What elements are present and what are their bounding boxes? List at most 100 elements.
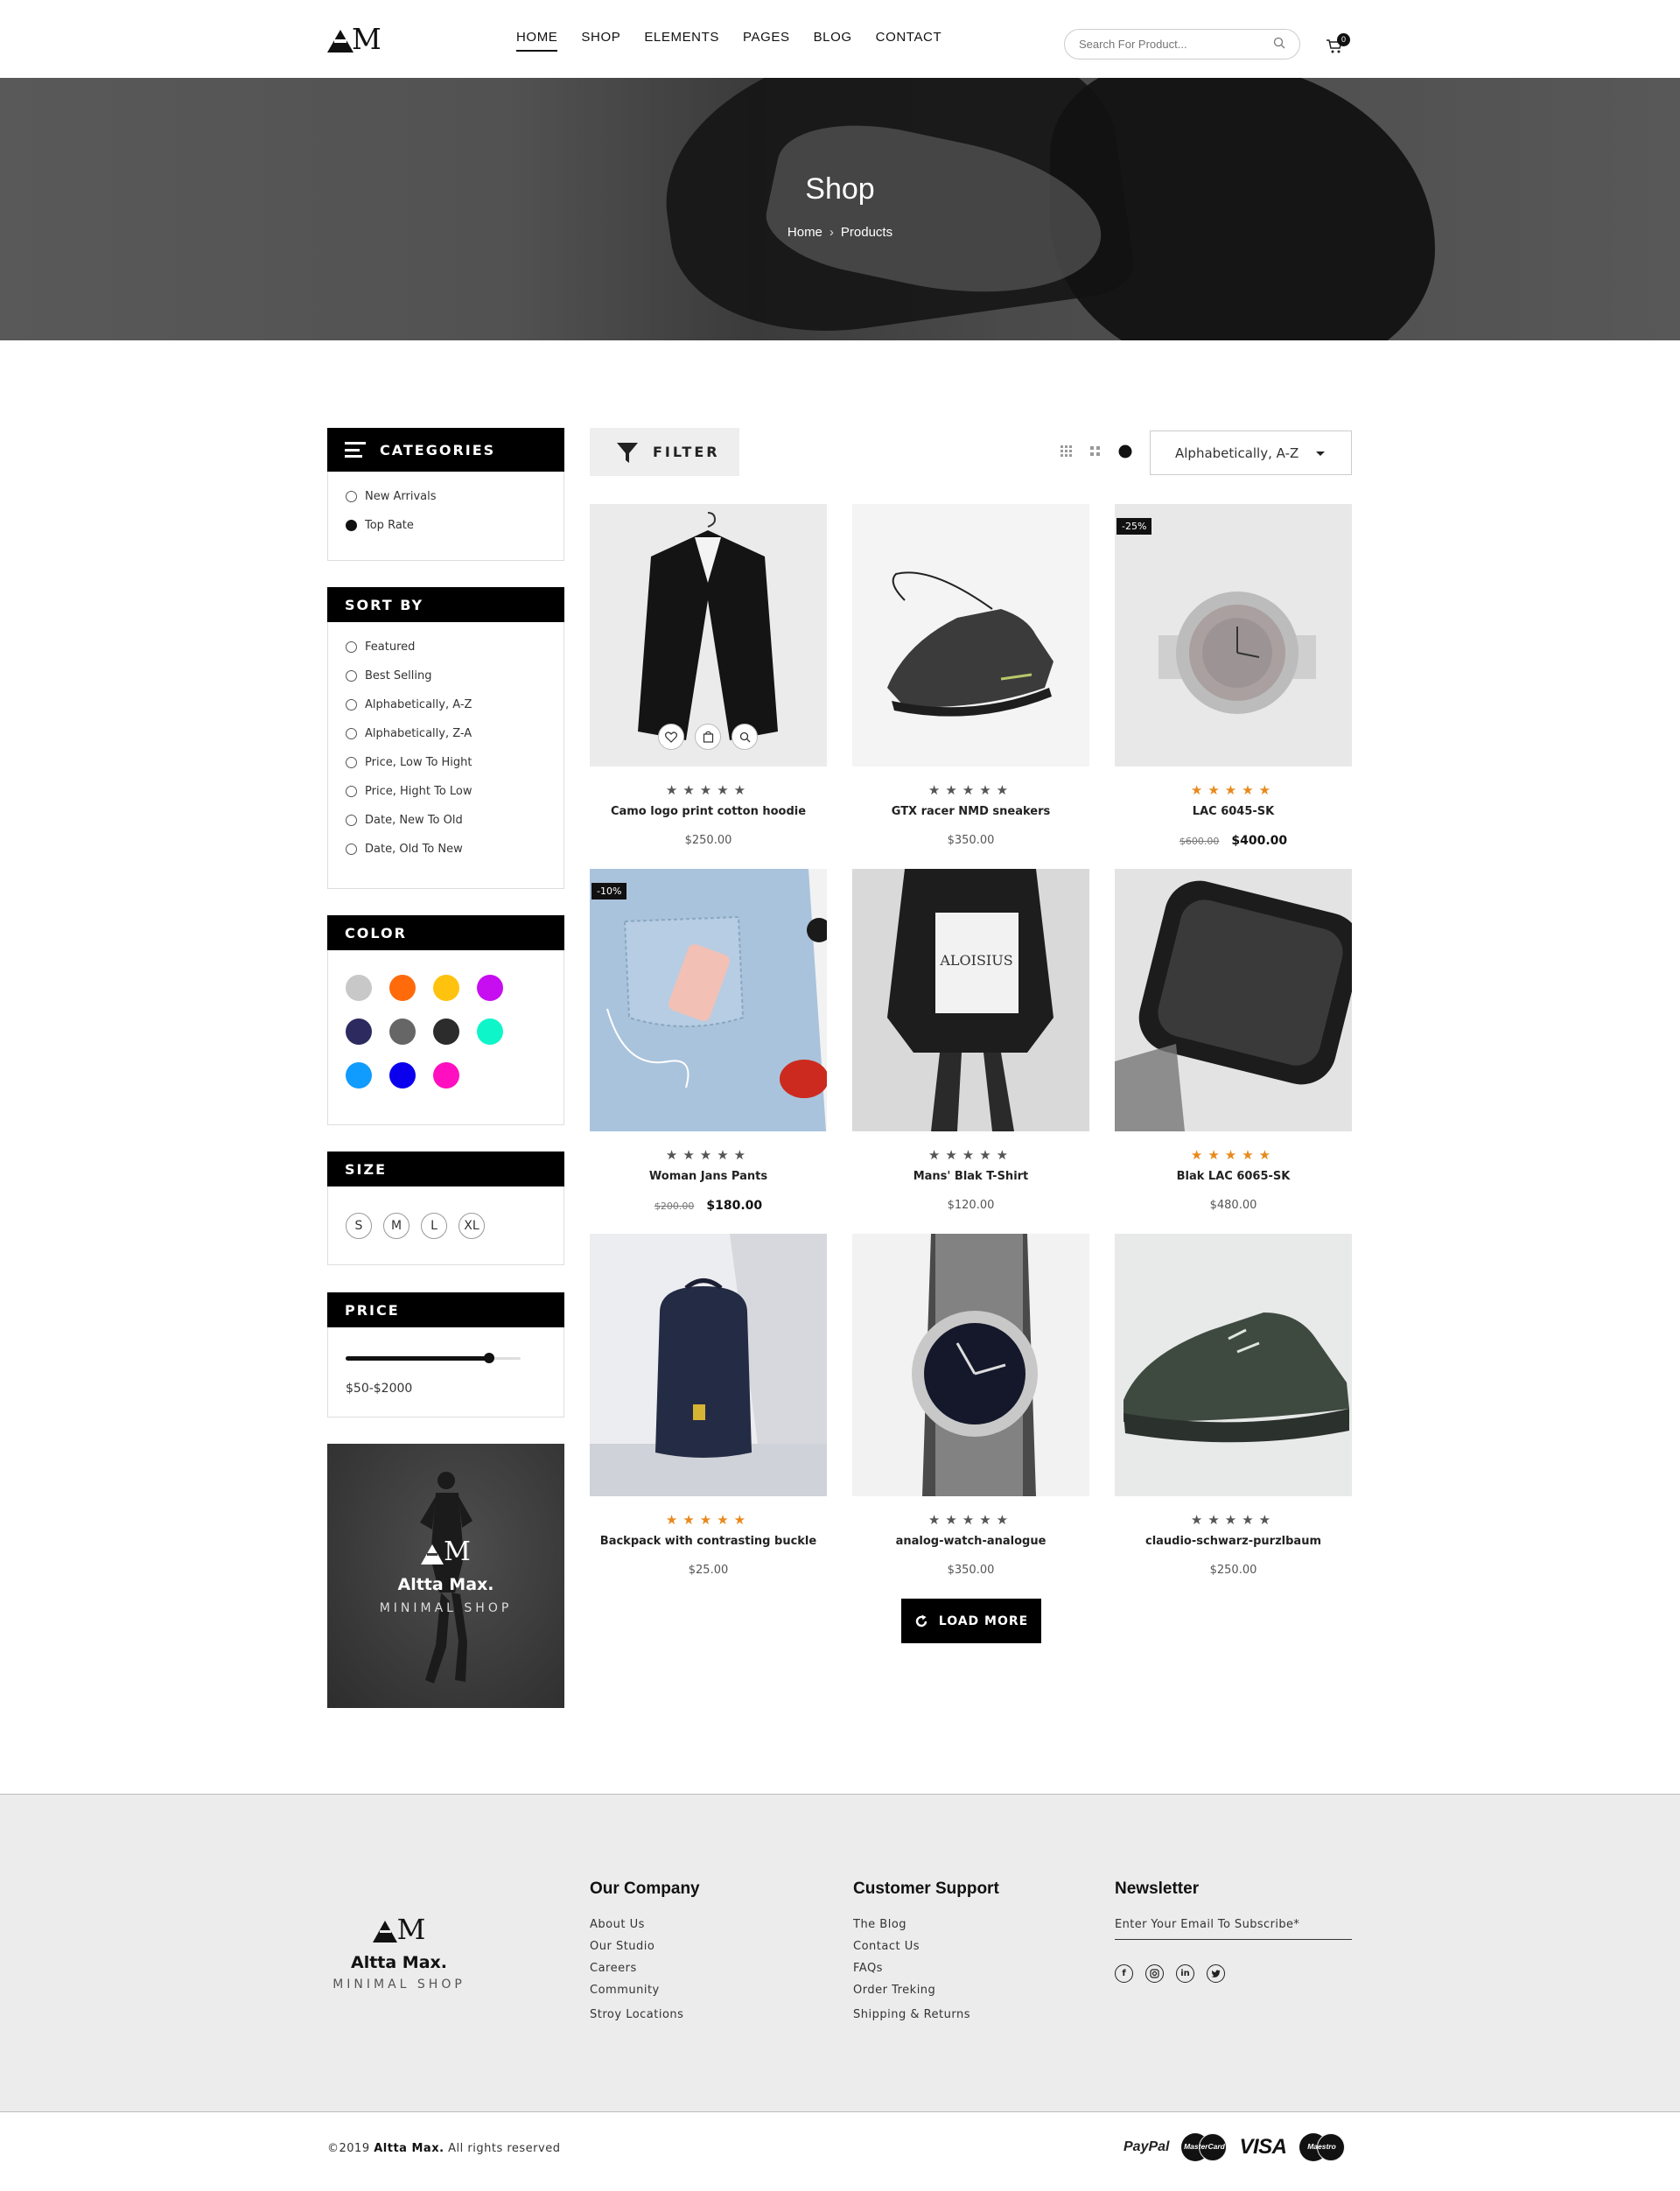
product-name[interactable]: Blak LAC 6065-SK xyxy=(1115,1170,1352,1183)
instagram-icon[interactable] xyxy=(1145,1964,1164,1983)
twitter-icon[interactable] xyxy=(1207,1964,1225,1983)
product-name[interactable]: GTX racer NMD sneakers xyxy=(852,805,1089,818)
footer-link[interactable]: Community xyxy=(590,1984,700,2006)
color-swatch[interactable] xyxy=(389,1018,416,1045)
nav-blog[interactable]: BLOG xyxy=(814,30,852,52)
color-swatch[interactable] xyxy=(389,1062,416,1088)
product-card[interactable]: ★★★★★ analog-watch-analogue $350.00 xyxy=(852,1234,1089,1577)
list-view-dot-icon[interactable] xyxy=(1118,444,1132,458)
product-card[interactable]: -10% ★★★★★ Woman Jans Pants $200.00 $180.00 xyxy=(590,869,827,1213)
color-swatch[interactable] xyxy=(477,1018,503,1045)
color-swatch[interactable] xyxy=(346,975,372,1001)
radio-unchecked-icon[interactable] xyxy=(346,786,357,797)
nav-shop[interactable]: SHOP xyxy=(581,30,620,52)
load-more-button[interactable]: LOAD MORE xyxy=(901,1599,1041,1643)
product-name[interactable]: LAC 6045-SK xyxy=(1115,805,1352,818)
grid-4col-icon[interactable] xyxy=(1060,445,1073,458)
size-option-xl[interactable]: XL xyxy=(458,1213,485,1239)
product-name[interactable]: analog-watch-analogue xyxy=(852,1535,1089,1548)
product-card[interactable]: -25% ★★★★★ LAC 6045-SK $600.00 $400.00 xyxy=(1115,504,1352,848)
size-option-s[interactable]: S xyxy=(346,1213,372,1239)
footer-link[interactable]: Careers xyxy=(590,1962,700,1984)
grid-2col-icon[interactable] xyxy=(1090,446,1101,457)
product-image-jeans-pocket[interactable]: -10% xyxy=(590,869,827,1131)
product-card[interactable]: ★★★★★ claudio-schwarz-purzlbaum $250.00 xyxy=(1115,1234,1352,1577)
footer-link[interactable]: Stroy Locations xyxy=(590,2008,700,2030)
breadcrumb-home[interactable]: Home xyxy=(788,225,822,240)
site-logo[interactable]: M xyxy=(327,24,382,53)
product-image-navy-backpack[interactable] xyxy=(590,1234,827,1496)
nav-contact[interactable]: CONTACT xyxy=(876,30,942,52)
heart-icon[interactable] xyxy=(658,724,684,750)
footer-link[interactable]: The Blog xyxy=(853,1918,999,1940)
footer-link[interactable]: Shipping & Returns xyxy=(853,2008,999,2030)
color-swatch[interactable] xyxy=(433,1018,459,1045)
newsletter-email-input[interactable]: Enter Your Email To Subscribe* xyxy=(1115,1918,1352,1940)
facebook-icon[interactable]: f xyxy=(1115,1964,1133,1983)
size-option-l[interactable]: L xyxy=(421,1213,447,1239)
sort-option[interactable]: Alphabetically, Z-A xyxy=(328,719,564,748)
price-slider-handle[interactable] xyxy=(484,1353,494,1363)
sort-option[interactable]: Alphabetically, A-Z xyxy=(328,690,564,719)
size-option-m[interactable]: M xyxy=(383,1213,410,1239)
product-image-black-suit-jacket[interactable] xyxy=(590,504,827,766)
color-swatch[interactable] xyxy=(433,975,459,1001)
footer-logo[interactable]: M xyxy=(327,1915,471,1943)
product-image-smart-watch[interactable] xyxy=(1115,869,1352,1131)
radio-unchecked-icon[interactable] xyxy=(346,641,357,653)
filter-button[interactable]: FILTER xyxy=(590,428,739,476)
product-name[interactable]: claudio-schwarz-purzlbaum xyxy=(1115,1535,1352,1548)
footer-link[interactable]: About Us xyxy=(590,1918,700,1940)
product-card[interactable]: ★★★★★ Backpack with contrasting buckle $25… xyxy=(590,1234,827,1577)
product-card[interactable]: ★★★★★ GTX racer NMD sneakers $350.00 xyxy=(852,504,1089,847)
color-swatch[interactable] xyxy=(433,1062,459,1088)
price-slider[interactable] xyxy=(346,1353,521,1363)
product-name[interactable]: Camo logo print cotton hoodie xyxy=(590,805,827,818)
radio-unchecked-icon[interactable] xyxy=(346,844,357,855)
footer-link[interactable]: FAQs xyxy=(853,1962,999,1984)
product-card[interactable]: ★★★★★ Camo logo print cotton hoodie $250.0… xyxy=(590,504,827,847)
product-name[interactable]: Backpack with contrasting buckle xyxy=(590,1535,827,1548)
radio-unchecked-icon[interactable] xyxy=(346,699,357,710)
footer-link[interactable]: Order Treking xyxy=(853,1984,999,2006)
sort-option[interactable]: Best Selling xyxy=(328,662,564,690)
radio-unchecked-icon[interactable] xyxy=(346,491,357,502)
product-image-black-sweatshirt[interactable]: ALOISIUS xyxy=(852,869,1089,1131)
radio-unchecked-icon[interactable] xyxy=(346,757,357,768)
product-name[interactable]: Woman Jans Pants xyxy=(590,1170,827,1183)
product-image-steel-watch[interactable] xyxy=(852,1234,1089,1496)
category-option-new-arrivals[interactable]: New Arrivals xyxy=(328,482,564,511)
radio-unchecked-icon[interactable] xyxy=(346,815,357,826)
promo-banner[interactable]: M Altta Max. MINIMAL SHOP xyxy=(327,1444,564,1708)
nav-elements[interactable]: ELEMENTS xyxy=(644,30,719,52)
sort-option[interactable]: Price, Hight To Low xyxy=(328,777,564,806)
nav-pages[interactable]: PAGES xyxy=(743,30,790,52)
radio-unchecked-icon[interactable] xyxy=(346,670,357,682)
footer-link[interactable]: Contact Us xyxy=(853,1940,999,1962)
nav-home[interactable]: HOME xyxy=(516,30,558,52)
linkedin-icon[interactable]: in xyxy=(1176,1964,1194,1983)
sort-dropdown[interactable]: Alphabetically, A-Z xyxy=(1150,430,1352,475)
product-card[interactable]: ALOISIUS ★★★★★ Mans' Blak T-Shirt $120.00 xyxy=(852,869,1089,1212)
sort-option[interactable]: Price, Low To Hight xyxy=(328,748,564,777)
category-option-top-rate[interactable]: Top Rate xyxy=(328,511,564,540)
radio-unchecked-icon[interactable] xyxy=(346,728,357,739)
color-swatch[interactable] xyxy=(477,975,503,1001)
sort-option[interactable]: Date, New To Old xyxy=(328,806,564,835)
sort-option[interactable]: Date, Old To New xyxy=(328,835,564,864)
product-image-silver-watch[interactable]: -25% xyxy=(1115,504,1352,766)
footer-link[interactable]: Our Studio xyxy=(590,1940,700,1962)
color-swatch[interactable] xyxy=(346,1018,372,1045)
product-image-black-sneaker[interactable] xyxy=(852,504,1089,766)
shopping-bag-icon[interactable] xyxy=(695,724,721,750)
product-image-green-sneaker[interactable] xyxy=(1115,1234,1352,1496)
zoom-icon[interactable] xyxy=(732,724,758,750)
sort-option[interactable]: Featured xyxy=(328,633,564,662)
color-swatch[interactable] xyxy=(389,975,416,1001)
search-input[interactable] xyxy=(1079,38,1254,51)
radio-checked-icon[interactable] xyxy=(346,520,357,531)
search-icon[interactable] xyxy=(1273,36,1285,52)
product-card[interactable]: ★★★★★ Blak LAC 6065-SK $480.00 xyxy=(1115,869,1352,1212)
color-swatch[interactable] xyxy=(346,1062,372,1088)
product-name[interactable]: Mans' Blak T-Shirt xyxy=(852,1170,1089,1183)
